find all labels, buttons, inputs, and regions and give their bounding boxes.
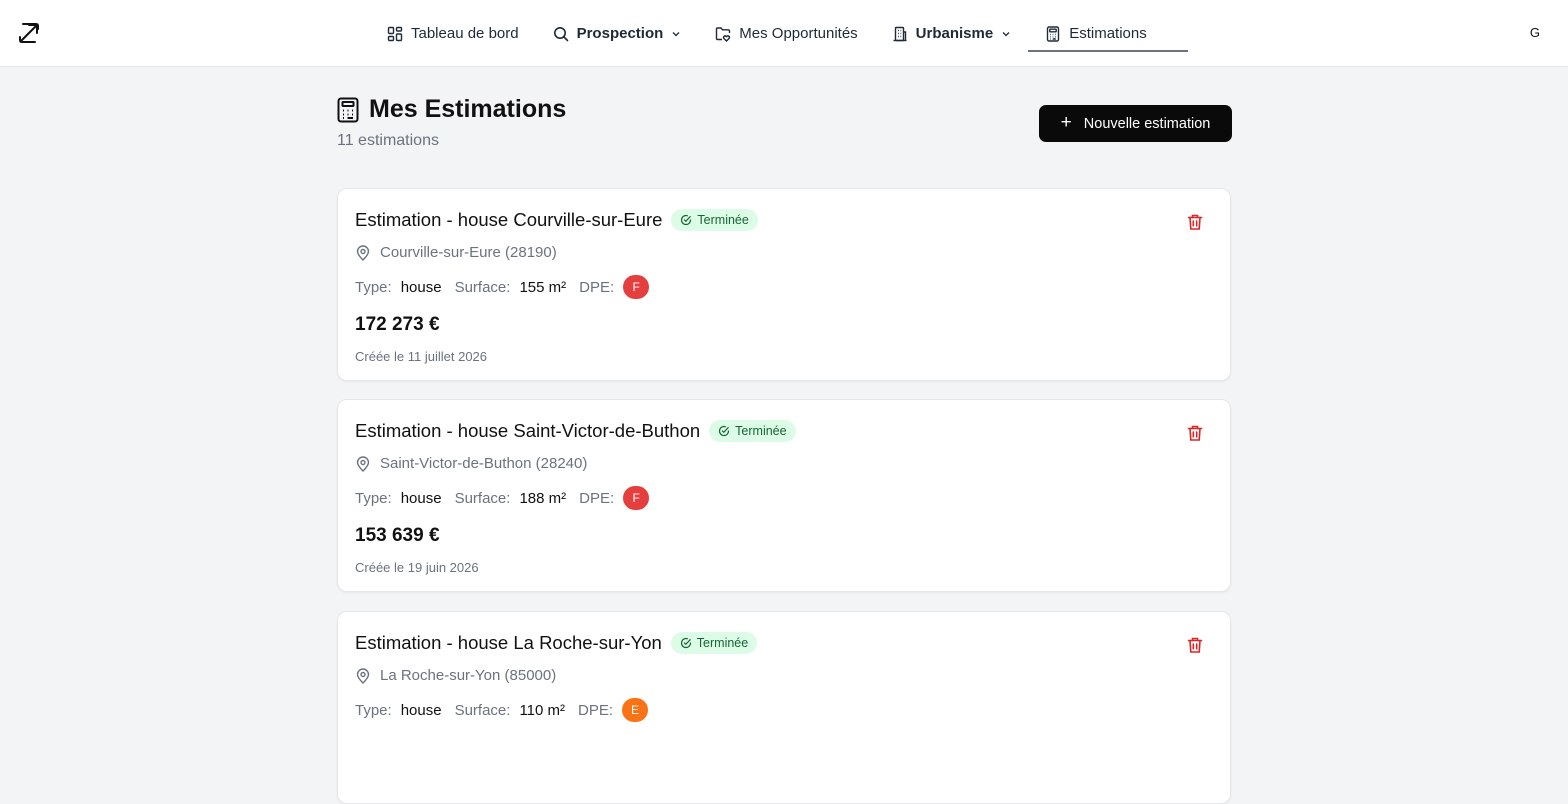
estimation-count: 11 estimations (337, 132, 439, 149)
estimation-title[interactable]: Estimation - house Courville-sur-Eure (355, 209, 662, 231)
created-date: Créée le 11 juillet 2026 (355, 349, 488, 364)
search-icon (553, 26, 568, 41)
surface-value: 188 m² (519, 489, 567, 507)
surface-label: Surface: (454, 489, 511, 507)
trash-icon[interactable] (1186, 636, 1204, 654)
nav-item-label: Mes Opportunités (739, 25, 858, 42)
type-label: Type: (355, 701, 392, 719)
page-title: Mes Estimations (337, 95, 566, 124)
card-title-row: Estimation - house La Roche-sur-Yon Term… (355, 632, 758, 654)
nav-item-label: Estimations (1069, 25, 1147, 42)
estimated-price: 153 639 € (355, 525, 440, 546)
user-avatar[interactable]: G (1530, 25, 1540, 40)
dpe-label: DPE: (579, 278, 615, 296)
surface-value: 110 m² (519, 701, 566, 719)
dashboard-icon (387, 26, 403, 41)
nav-item-prospection[interactable]: Prospection (536, 0, 699, 67)
type-label: Type: (355, 278, 392, 296)
surface-value: 155 m² (519, 278, 567, 296)
map-pin-icon (356, 244, 370, 261)
calculator-icon (1047, 25, 1060, 42)
nav-item-tableau-de-bord[interactable]: Tableau de bord (370, 0, 536, 67)
property-meta: Type: house Surface: 188 m² DPE: F (355, 486, 650, 510)
calculator-icon (337, 97, 359, 122)
check-circle-icon (719, 425, 730, 437)
map-pin-icon (356, 667, 370, 684)
dpe-badge: F (623, 486, 650, 510)
estimation-card[interactable]: Estimation - house La Roche-sur-Yon Term… (337, 611, 1231, 804)
status-text: Terminée (697, 213, 749, 227)
nav-item-urbanisme[interactable]: Urbanisme (875, 0, 1029, 67)
dpe-badge: E (622, 698, 649, 722)
check-circle-icon (680, 637, 691, 649)
building-icon (893, 26, 907, 41)
property-meta: Type: house Surface: 110 m² DPE: E (355, 698, 649, 722)
dpe-badge: F (623, 275, 650, 299)
estimated-price: 172 273 € (355, 314, 440, 335)
location-text: Courville-sur-Eure (28190) (380, 244, 557, 261)
trash-icon[interactable] (1186, 213, 1204, 231)
map-pin-icon (356, 455, 370, 472)
location: La Roche-sur-Yon (85000) (355, 667, 556, 684)
location-text: Saint-Victor-de-Buthon (28240) (380, 455, 588, 472)
created-date: Créée le 19 juin 2026 (355, 560, 479, 575)
card-title-row: Estimation - house Courville-sur-Eure Te… (355, 209, 758, 231)
dpe-label: DPE: (578, 701, 614, 719)
nav-item-label: Urbanisme (915, 25, 994, 42)
status-text: Terminée (696, 636, 749, 650)
status-badge: Terminée (670, 632, 758, 654)
estimation-card[interactable]: Estimation - house Courville-sur-Eure Te… (337, 188, 1231, 381)
status-badge: Terminée (671, 209, 758, 231)
app-logo-icon[interactable] (16, 20, 42, 46)
type-value: house (400, 489, 442, 507)
estimation-card[interactable]: Estimation - house Saint-Victor-de-Butho… (337, 399, 1231, 592)
type-value: house (400, 278, 442, 296)
surface-label: Surface: (454, 701, 511, 719)
location: Saint-Victor-de-Buthon (28240) (355, 455, 587, 472)
estimation-title[interactable]: Estimation - house Saint-Victor-de-Butho… (355, 420, 700, 442)
location: Courville-sur-Eure (28190) (355, 244, 557, 261)
folder-heart-icon (716, 26, 731, 42)
nav-item-label: Prospection (576, 25, 664, 42)
nav-item-mes-opportunites[interactable]: Mes Opportunités (698, 0, 874, 67)
page-title-text: Mes Estimations (369, 95, 567, 123)
property-meta: Type: house Surface: 155 m² DPE: F (355, 275, 650, 299)
new-estimation-button[interactable]: + Nouvelle estimation (1039, 105, 1232, 142)
check-circle-icon (681, 214, 692, 226)
status-text: Terminée (735, 424, 787, 438)
location-text: La Roche-sur-Yon (85000) (380, 667, 557, 684)
card-title-row: Estimation - house Saint-Victor-de-Butho… (355, 420, 796, 442)
chevron-down-icon (672, 31, 680, 36)
estimation-title[interactable]: Estimation - house La Roche-sur-Yon (355, 632, 662, 654)
surface-label: Surface: (454, 278, 511, 296)
main-nav: Tableau de bord Prospection Mes Opportun… (370, 0, 1188, 67)
type-label: Type: (355, 489, 392, 507)
dpe-label: DPE: (579, 489, 615, 507)
trash-icon[interactable] (1186, 424, 1204, 442)
chevron-down-icon (1002, 31, 1010, 36)
type-value: house (400, 701, 442, 719)
status-badge: Terminée (709, 420, 796, 442)
plus-icon: + (1060, 112, 1072, 133)
nav-item-estimations[interactable]: Estimations (1028, 0, 1188, 67)
nav-item-label: Tableau de bord (411, 25, 519, 42)
top-navbar: Tableau de bord Prospection Mes Opportun… (0, 0, 1568, 67)
new-estimation-label: Nouvelle estimation (1083, 115, 1211, 132)
